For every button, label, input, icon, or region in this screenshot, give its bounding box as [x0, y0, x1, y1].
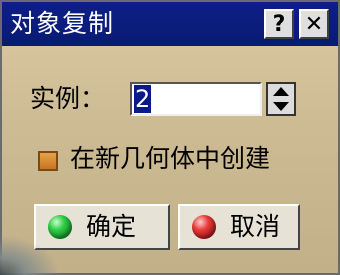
- instances-value: 2: [134, 85, 152, 113]
- spinner-down-button[interactable]: [270, 100, 292, 113]
- help-icon: ?: [272, 11, 286, 37]
- close-icon: ✕: [304, 11, 324, 37]
- dialog-title: 对象复制: [10, 9, 115, 38]
- cancel-button-label: 取消: [230, 212, 281, 241]
- close-button[interactable]: ✕: [299, 9, 329, 39]
- arrow-up-icon: [273, 87, 289, 96]
- cancel-button[interactable]: 取消: [178, 204, 300, 250]
- instances-spinner[interactable]: [266, 82, 296, 116]
- instances-label: 实例：: [30, 84, 106, 113]
- green-light-icon: [48, 215, 72, 239]
- create-in-new-body-label[interactable]: 在新几何体中创建: [70, 144, 270, 174]
- instances-input[interactable]: 2: [130, 82, 262, 116]
- help-button[interactable]: ?: [264, 9, 294, 39]
- arrow-down-icon: [273, 102, 289, 111]
- ok-button-label: 确定: [86, 212, 137, 241]
- spinner-up-button[interactable]: [270, 85, 292, 98]
- ok-button[interactable]: 确定: [34, 204, 170, 250]
- object-copy-dialog: 对象复制 ? ✕ 实例： 2 在新几何体中创建 确定 取消: [0, 0, 340, 275]
- red-light-icon: [192, 215, 216, 239]
- title-bar[interactable]: 对象复制 ? ✕: [2, 2, 338, 46]
- create-in-new-body-checkbox[interactable]: [38, 151, 58, 171]
